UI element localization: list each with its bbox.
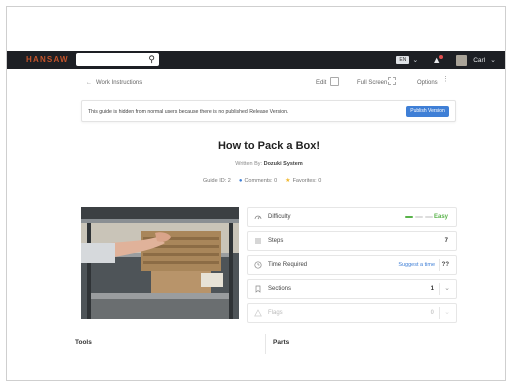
flags-label: Flags [268,310,283,316]
tools-heading: Tools [75,339,92,346]
chevron-double-down-icon[interactable]: ⌄ [444,284,450,292]
notice-text: This guide is hidden from normal users b… [88,109,289,115]
app-window: HANSAW ⚲ EN ⌄ ▲ Carl ⌄ ← Work Instructio… [6,6,506,381]
search-icon[interactable]: ⚲ [148,54,155,65]
difficulty-meter [405,216,433,218]
brand-logo[interactable]: HANSAW [26,55,69,64]
author-name[interactable]: Dozuki System [264,161,303,167]
language-selector[interactable]: EN [396,56,410,64]
edit-button[interactable]: Edit [316,80,326,86]
fullscreen-icon[interactable] [388,77,396,85]
more-vertical-icon[interactable]: ⋮ [442,76,449,83]
sections-label: Sections [268,286,292,292]
guide-stats: Difficulty Easy Steps 7 Time Required Su… [247,207,457,327]
warning-icon [254,309,262,317]
divider [439,259,440,271]
user-name[interactable]: Carl [473,57,485,64]
guide-author: Written By: Dozuki System [7,161,505,167]
stat-sections[interactable]: Sections 1 ⌄ [247,279,457,299]
list-icon [255,238,261,244]
difficulty-segment-2 [415,216,423,218]
guide-toolbar: ← Work Instructions Edit Full Screen Opt… [75,74,457,94]
edit-icon[interactable] [330,77,339,86]
guide-id: Guide ID: 2 [203,177,231,184]
time-required-value: ?? [441,262,449,268]
stat-time-required: Time Required Suggest a time ?? [247,255,457,275]
difficulty-segment-3 [425,216,433,218]
sections-value: 1 [430,286,434,292]
search-input[interactable]: ⚲ [76,53,159,66]
column-divider [265,334,266,354]
chevron-double-down-icon: ⌄ [444,309,450,316]
fullscreen-button[interactable]: Full Screen [357,80,387,86]
divider [439,283,440,295]
gauge-icon [254,215,262,220]
guide-main-image[interactable] [81,207,239,319]
publish-version-button[interactable]: Publish Version [406,106,449,117]
back-arrow-icon[interactable]: ← [86,80,92,86]
difficulty-label: Difficulty [268,214,291,220]
unpublished-notice: This guide is hidden from normal users b… [81,100,456,122]
comments-count[interactable]: Comments: 0 [244,178,277,184]
notification-bell-icon[interactable]: ▲ [432,55,444,65]
flags-value: 0 [430,310,434,316]
bookmark-icon [255,285,261,293]
chevron-down-icon[interactable]: ⌄ [412,56,418,64]
star-icon[interactable]: ★ [285,177,290,184]
divider [439,307,440,319]
stat-steps: Steps 7 [247,231,457,251]
top-navbar: HANSAW ⚲ EN ⌄ ▲ Carl ⌄ [7,51,505,69]
notification-dot [439,55,444,59]
difficulty-value: Easy [433,214,448,220]
stat-flags: Flags 0 ⌄ [247,303,457,323]
difficulty-segment-1 [405,216,413,218]
steps-value: 7 [444,238,448,244]
comment-icon[interactable]: ● [239,178,243,184]
breadcrumb-work-instructions[interactable]: Work Instructions [96,80,142,86]
avatar[interactable] [456,54,468,66]
parts-heading: Parts [273,339,290,346]
favorites-count[interactable]: Favorites: 0 [293,178,322,184]
suggest-time-link[interactable]: Suggest a time [398,262,435,268]
clock-icon [254,261,262,269]
written-by-label: Written By: [235,161,263,167]
guide-title: How to Pack a Box! [217,140,321,152]
user-chevron-down-icon[interactable]: ⌄ [490,56,496,64]
photo-box-packing [81,207,239,319]
options-button[interactable]: Options [417,80,438,86]
time-required-label: Time Required [268,262,308,268]
guide-meta: Guide ID: 2 ● Comments: 0 ★ Favorites: 0 [203,177,322,185]
stat-difficulty: Difficulty Easy [247,207,457,227]
steps-label: Steps [268,238,284,244]
nav-right-group: EN ⌄ ▲ Carl ⌄ [396,51,505,69]
